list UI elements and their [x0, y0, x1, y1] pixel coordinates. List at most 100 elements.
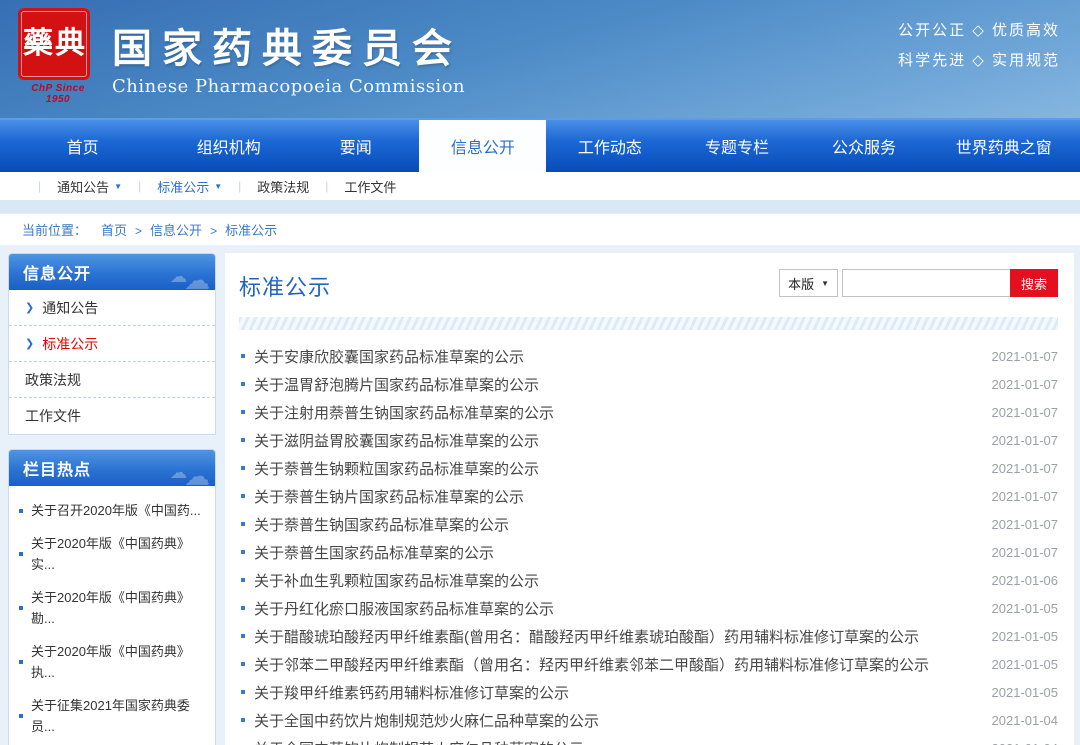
sidebar-menu-label: 政策法规	[25, 370, 81, 390]
article-date: 2021-01-07	[992, 377, 1059, 392]
nav-item[interactable]: 工作动态	[546, 120, 673, 172]
hot-topic-label: 关于征集2021年国家药典委员...	[31, 695, 205, 737]
bullet-icon	[241, 550, 245, 554]
article-date: 2021-01-07	[992, 405, 1059, 420]
sidebar-menu-item[interactable]: 政策法规	[9, 362, 215, 398]
nav-item[interactable]: 要闻	[292, 120, 419, 172]
search-button[interactable]: 搜索	[1010, 269, 1058, 297]
article-link[interactable]: 关于醋酸琥珀酸羟丙甲纤维素酯(曾用名：醋酸羟丙甲纤维素琥珀酸酯）药用辅料标准修订…	[254, 626, 980, 647]
article-date: 2021-01-05	[992, 601, 1059, 616]
hot-topic-label: 关于2020年版《中国药典》执...	[31, 641, 205, 683]
sidebar-menu-label: 工作文件	[25, 406, 81, 426]
hot-topic-item[interactable]: 关于2020年版《中国药典》执...	[17, 635, 205, 689]
sidebar-menu-item[interactable]: 工作文件	[9, 398, 215, 434]
article-row: 关于全国中药饮片炮制规范炒火麻仁品种草案的公示 2021-01-04	[239, 706, 1058, 734]
hot-topic-item[interactable]: 关于召开2020年版《中国药...	[17, 494, 205, 527]
chevron-down-icon: ▼	[114, 182, 122, 191]
article-link[interactable]: 关于全国中药饮片炮制规范炒火麻仁品种草案的公示	[254, 710, 980, 731]
hot-topic-label: 关于2020年版《中国药典》实...	[31, 533, 205, 575]
article-link[interactable]: 关于补血生乳颗粒国家药品标准草案的公示	[254, 570, 980, 591]
article-link[interactable]: 关于邻苯二甲酸羟丙甲纤维素酯（曾用名：羟丙甲纤维素邻苯二甲酸酯）药用辅料标准修订…	[254, 654, 980, 675]
nav-item[interactable]: 公众服务	[800, 120, 927, 172]
hot-topic-item[interactable]: 关于2020年版《中国药典》勘...	[17, 581, 205, 635]
article-row: 关于丹红化瘀口服液国家药品标准草案的公示 2021-01-05	[239, 594, 1058, 622]
hot-topics-list: 关于召开2020年版《中国药... 关于2020年版《中国药典》实... 关于202…	[9, 486, 215, 745]
article-link[interactable]: 关于萘普生钠国家药品标准草案的公示	[254, 514, 980, 535]
bullet-icon	[19, 714, 23, 718]
article-link[interactable]: 关于温胃舒泡腾片国家药品标准草案的公示	[254, 374, 980, 395]
article-row: 关于安康欣胶囊国家药品标准草案的公示2021-01-07	[239, 342, 1058, 370]
article-date: 2021-01-07	[992, 433, 1059, 448]
breadcrumb-link[interactable]: 信息公开	[150, 223, 202, 238]
site-logo[interactable]: 藥典 ChP Since 1950	[18, 8, 98, 105]
article-link[interactable]: 关于萘普生国家药品标准草案的公示	[254, 542, 980, 563]
bullet-icon	[241, 438, 245, 442]
nav-item[interactable]: 信息公开	[419, 120, 546, 172]
arrow-right-icon: ❯	[25, 301, 34, 314]
article-link[interactable]: 关于萘普生钠片国家药品标准草案的公示	[254, 486, 980, 507]
article-row: 关于邻苯二甲酸羟丙甲纤维素酯（曾用名：羟丙甲纤维素邻苯二甲酸酯）药用辅料标准修订…	[239, 650, 1058, 678]
breadcrumb-link[interactable]: 首页	[101, 223, 127, 238]
page-title: 标准公示	[239, 266, 331, 302]
bullet-icon	[241, 578, 245, 582]
subnav-item[interactable]: 标准公示▼	[157, 177, 222, 196]
hot-topic-item[interactable]: 关于征集2021年国家药典委员...	[17, 689, 205, 743]
slogan-line-1: 公开公正 ◇ 优质高效	[898, 16, 1060, 46]
article-link[interactable]: 关于安康欣胶囊国家药品标准草案的公示	[254, 346, 980, 367]
article-list: 关于安康欣胶囊国家药品标准草案的公示2021-01-07关于温胃舒泡腾片国家药品…	[239, 342, 1058, 745]
breadcrumb-prefix: 当前位置：	[22, 220, 87, 239]
breadcrumb-link[interactable]: 标准公示	[225, 223, 277, 238]
hot-topic-item[interactable]: 关于2020年版《中国药典》实...	[17, 527, 205, 581]
search-category-value: 本版	[788, 274, 814, 293]
search-category-select[interactable]: 本版 ▼	[779, 269, 838, 297]
article-row: 关于醋酸琥珀酸羟丙甲纤维素酯(曾用名：醋酸羟丙甲纤维素琥珀酸酯）药用辅料标准修订…	[239, 622, 1058, 650]
subnav-item[interactable]: 通知公告▼	[57, 177, 122, 196]
article-row: 关于羧甲纤维素钙药用辅料标准修订草案的公示 2021-01-05	[239, 678, 1058, 706]
article-link[interactable]: 关于丹红化瘀口服液国家药品标准草案的公示	[254, 598, 980, 619]
article-link[interactable]: 关于注射用萘普生钠国家药品标准草案的公示	[254, 402, 980, 423]
article-row: 关于补血生乳颗粒国家药品标准草案的公示2021-01-06	[239, 566, 1058, 594]
sidebar: 信息公开 ☁ ❯通知公告❯标准公示政策法规工作文件 栏目热点 ☁ 关于召开202…	[8, 253, 216, 745]
bullet-icon	[19, 552, 23, 556]
hot-topic-label: 关于2020年版《中国药典》勘...	[31, 587, 205, 629]
nav-item[interactable]: 专题专栏	[673, 120, 800, 172]
article-date: 2021-01-04	[992, 713, 1059, 728]
article-link[interactable]: 关于羧甲纤维素钙药用辅料标准修订草案的公示	[254, 682, 980, 703]
article-row: 关于萘普生钠颗粒国家药品标准草案的公示 2021-01-07	[239, 454, 1058, 482]
nav-item[interactable]: 首页	[0, 120, 165, 172]
hot-topics-box: 栏目热点 ☁ 关于召开2020年版《中国药...关于2020年版《中国药典》实.…	[8, 449, 216, 745]
article-link[interactable]: 关于滋阴益胃胶囊国家药品标准草案的公示	[254, 430, 980, 451]
article-link[interactable]: 关于萘普生钠颗粒国家药品标准草案的公示	[254, 458, 980, 479]
sidebar-menu-item[interactable]: ❯通知公告	[9, 290, 215, 326]
chp-seal-icon: 藥典	[18, 8, 90, 80]
article-row: 关于滋阴益胃胶囊国家药品标准草案的公示 2021-01-07	[239, 426, 1058, 454]
article-date: 2021-01-07	[992, 461, 1059, 476]
article-row: 关于萘普生钠国家药品标准草案的公示2021-01-07	[239, 510, 1058, 538]
breadcrumb: 当前位置： 首页>信息公开>标准公示	[0, 213, 1080, 245]
seal-tagline: ChP Since 1950	[18, 83, 98, 105]
sub-nav: |通知公告▼|标准公示▼|政策法规|工作文件	[0, 172, 1080, 200]
bullet-icon	[241, 634, 245, 638]
bullet-icon	[241, 466, 245, 470]
article-row: 关于萘普生钠片国家药品标准草案的公示 2021-01-07	[239, 482, 1058, 510]
article-date: 2021-01-07	[992, 489, 1059, 504]
content-area: 信息公开 ☁ ❯通知公告❯标准公示政策法规工作文件 栏目热点 ☁ 关于召开202…	[0, 245, 1080, 745]
nav-item[interactable]: 组织机构	[165, 120, 292, 172]
article-date: 2021-01-05	[992, 685, 1059, 700]
striped-divider	[239, 317, 1058, 330]
header-slogans: 公开公正 ◇ 优质高效 科学先进 ◇ 实用规范	[898, 16, 1060, 76]
bullet-icon	[241, 690, 245, 694]
article-link[interactable]: 关于全国中药饮片炮制规范火麻仁品种草案的公示	[254, 738, 980, 745]
subnav-item[interactable]: 工作文件	[344, 177, 396, 196]
sidebar-menu-item[interactable]: ❯标准公示	[9, 326, 215, 362]
subnav-item[interactable]: 政策法规	[257, 177, 309, 196]
info-menu-box: 信息公开 ☁ ❯通知公告❯标准公示政策法规工作文件	[8, 253, 216, 435]
nav-item[interactable]: 世界药典之窗	[928, 120, 1080, 172]
article-row: 关于全国中药饮片炮制规范火麻仁品种草案的公示2021-01-04	[239, 734, 1058, 745]
search-input[interactable]	[842, 269, 1010, 297]
bullet-icon	[241, 522, 245, 526]
info-menu-list: ❯通知公告❯标准公示政策法规工作文件	[9, 290, 215, 434]
article-row: 关于注射用萘普生钠国家药品标准草案的公示 2021-01-07	[239, 398, 1058, 426]
info-menu-header: 信息公开 ☁	[9, 254, 215, 290]
subnav-separator: |	[38, 179, 41, 193]
